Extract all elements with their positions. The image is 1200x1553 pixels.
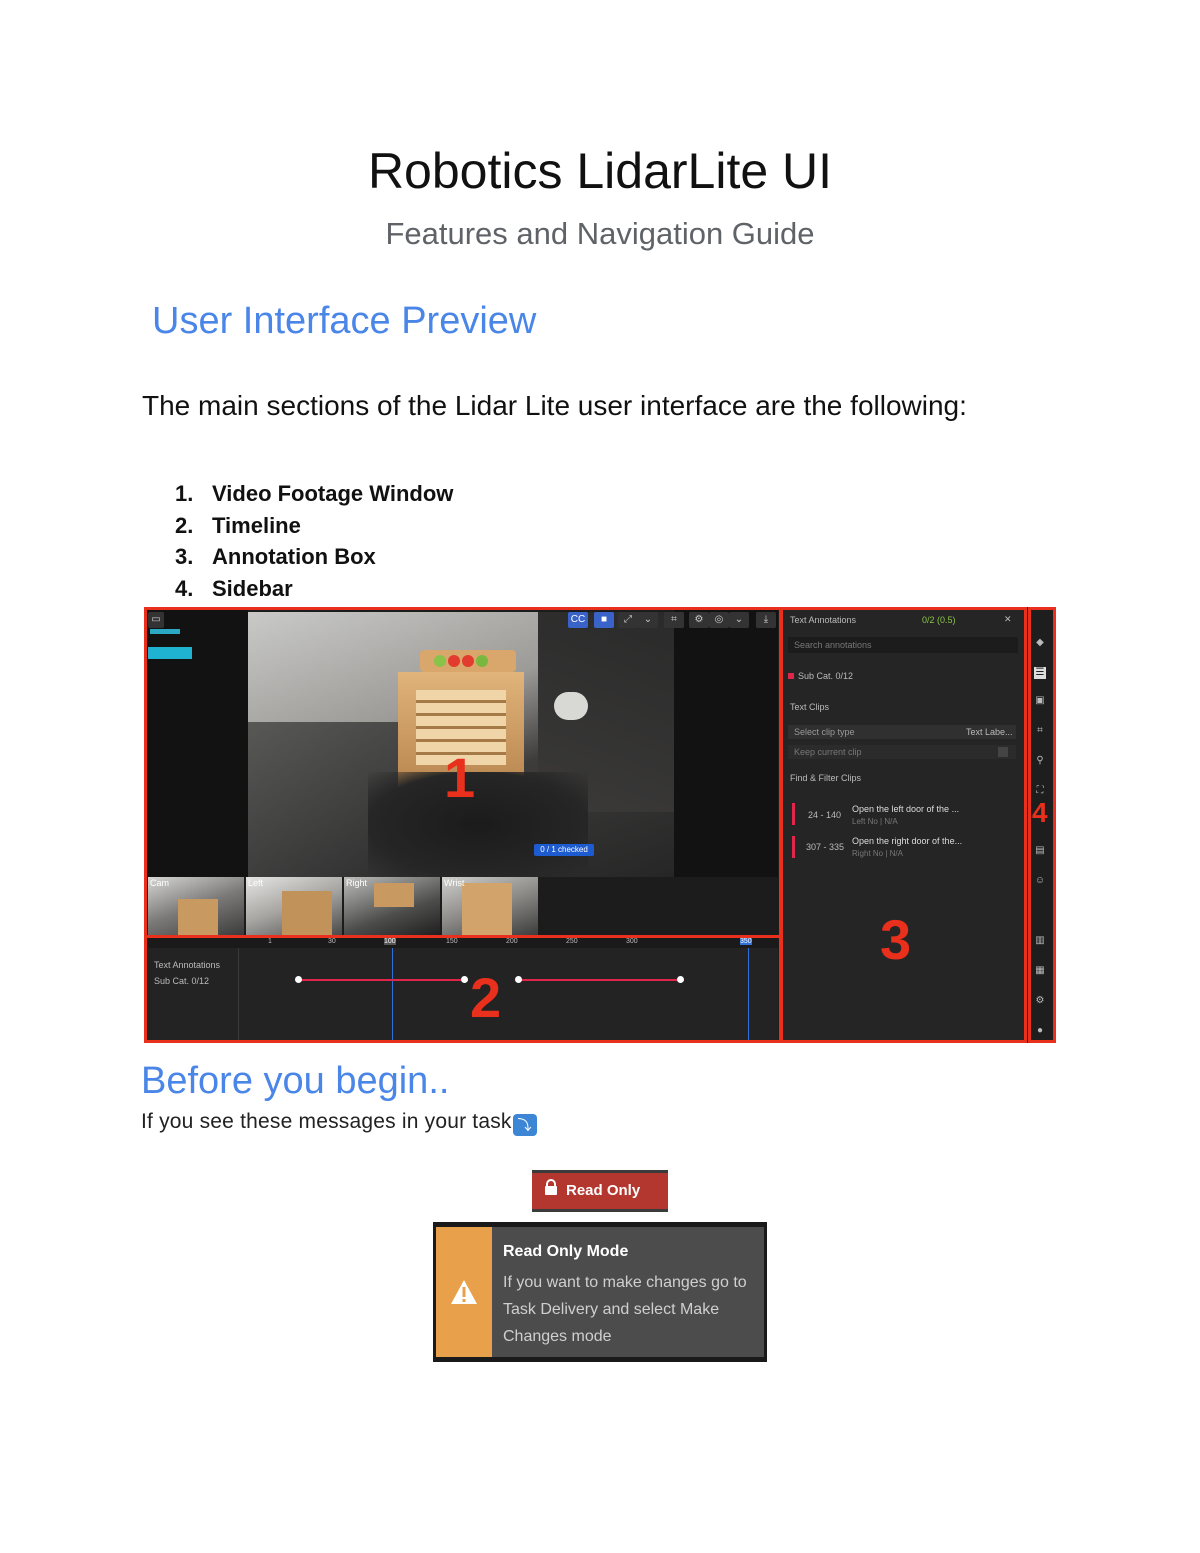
list-item: 3. Annotation Box <box>175 541 453 573</box>
section-heading-ui-preview: User Interface Preview <box>152 300 537 342</box>
read-only-badge: Read Only <box>532 1170 668 1212</box>
toast-body-container: Read Only Mode If you want to make chang… <box>436 1227 764 1357</box>
document-title: Robotics LidarLite UI <box>367 143 833 199</box>
arrow-turn-down-icon: ⤵ <box>512 1114 537 1136</box>
note-line: If you see these messages in your task ⤵ <box>141 1110 537 1136</box>
intro-paragraph: The main sections of the Lidar Lite user… <box>142 390 967 421</box>
list-label: Annotation Box <box>212 544 376 569</box>
outline-annotation-box <box>780 607 1027 1043</box>
list-number: 4. <box>175 575 194 601</box>
list-number: 2. <box>175 512 194 538</box>
document-subtitle: Features and Navigation Guide <box>385 216 815 251</box>
list-item: 4. Sidebar <box>175 573 453 605</box>
marker-3: 3 <box>880 908 912 971</box>
marker-4: 4 <box>1032 797 1048 828</box>
list-item: 2. Timeline <box>175 510 453 542</box>
toast-accent-bar <box>436 1227 492 1357</box>
read-only-toast: Read Only Mode If you want to make chang… <box>433 1222 767 1362</box>
list-number: 3. <box>175 544 194 569</box>
warning-icon <box>451 1280 477 1304</box>
toast-message: If you want to make changes go to Task D… <box>503 1274 747 1345</box>
outline-timeline <box>144 935 782 1043</box>
marker-2: 2 <box>470 966 502 1029</box>
sections-list: 1. Video Footage Window 2. Timeline 3. Anno… <box>175 478 453 604</box>
list-label: Sidebar <box>212 575 293 601</box>
list-item: 1. Video Footage Window <box>175 478 453 510</box>
read-only-label: Read Only <box>566 1182 641 1199</box>
ui-preview-screenshot: 0 / 1 checked CC ■ ⤢ ⌄ ⌗ ⚙ ◎ ⌄ ⤓ ▭ Cam L… <box>144 607 1056 1043</box>
note-text: If you see these messages in your task <box>141 1110 512 1133</box>
list-label: Video Footage Window <box>212 481 454 506</box>
list-label: Timeline <box>212 512 301 538</box>
list-number: 1. <box>175 481 194 506</box>
toast-title: Read Only Mode <box>503 1243 629 1260</box>
lock-icon <box>544 1173 558 1209</box>
section-heading-before-you-begin: Before you begin.. <box>141 1060 450 1102</box>
marker-1: 1 <box>444 746 476 809</box>
